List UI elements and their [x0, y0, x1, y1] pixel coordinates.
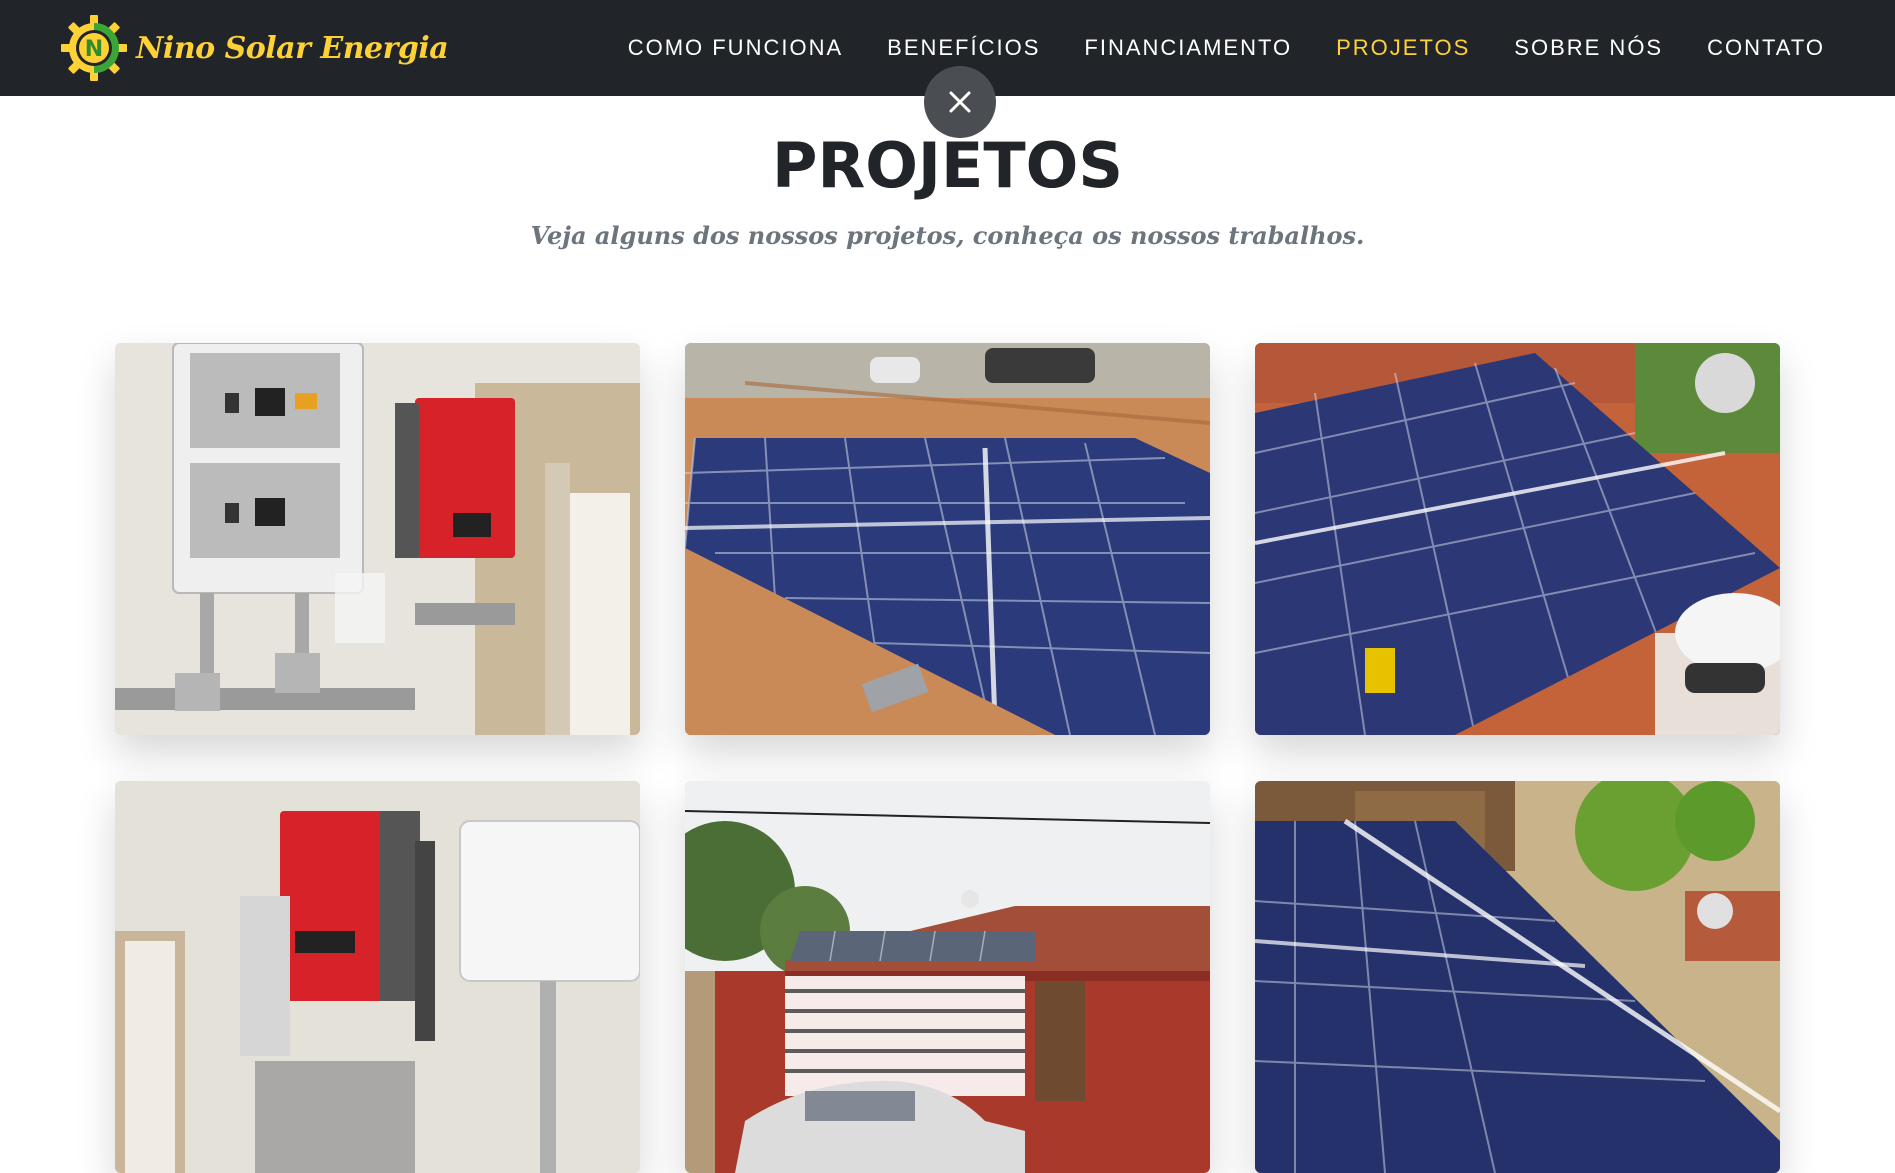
nav-item-contato: CONTATO	[1707, 35, 1825, 61]
brand-link[interactable]: N Nino Solar Energia	[60, 14, 449, 82]
gallery-item-3[interactable]	[1255, 343, 1780, 735]
project-gallery	[115, 343, 1780, 1173]
close-icon	[947, 89, 973, 115]
solar-panels-roof-photo	[685, 343, 1210, 735]
nav-link-contato[interactable]: CONTATO	[1707, 35, 1825, 60]
house-with-solar-roof-photo	[685, 781, 1210, 1173]
brand-name: Nino Solar Energia	[136, 30, 449, 66]
solar-panels-tilted-photo	[1255, 781, 1780, 1173]
brand-logo-letter: N	[85, 37, 103, 62]
section-subheading: Veja alguns dos nossos projetos, conheça…	[530, 221, 1365, 250]
gallery-item-2[interactable]	[685, 343, 1210, 735]
gallery-item-5[interactable]	[685, 781, 1210, 1173]
nav-link-sobre-nos[interactable]: SOBRE NÓS	[1514, 35, 1663, 60]
close-button[interactable]	[924, 66, 996, 138]
nav-link-financiamento[interactable]: FINANCIAMENTO	[1084, 35, 1292, 60]
nav-item-projetos: PROJETOS	[1336, 35, 1470, 61]
inverter-wall-photo	[115, 343, 640, 735]
gallery-item-6[interactable]	[1255, 781, 1780, 1173]
gallery-item-4[interactable]	[115, 781, 640, 1173]
main-menu: COMO FUNCIONA BENEFÍCIOS FINANCIAMENTO P…	[584, 0, 1825, 96]
nav-item-como-funciona: COMO FUNCIONA	[628, 35, 843, 61]
nav-link-como-funciona[interactable]: COMO FUNCIONA	[628, 35, 843, 60]
nav-link-projetos[interactable]: PROJETOS	[1336, 35, 1470, 60]
brand-logo-icon: N	[60, 14, 128, 82]
nav-item-beneficios: BENEFÍCIOS	[887, 35, 1040, 61]
nav-item-sobre-nos: SOBRE NÓS	[1514, 35, 1663, 61]
section-heading: PROJETOS	[772, 129, 1123, 202]
nav-item-financiamento: FINANCIAMENTO	[1084, 35, 1292, 61]
gallery-item-1[interactable]	[115, 343, 640, 735]
solar-panels-installer-photo	[1255, 343, 1780, 735]
inverter-installation-photo	[115, 781, 640, 1173]
nav-link-beneficios[interactable]: BENEFÍCIOS	[887, 35, 1040, 60]
